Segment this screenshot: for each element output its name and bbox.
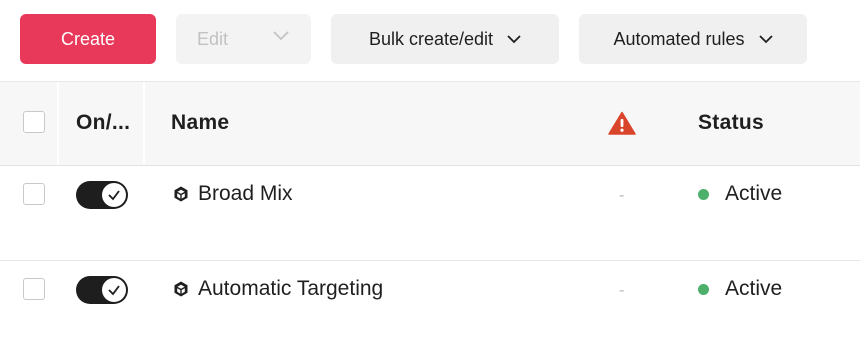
chevron-down-icon bbox=[273, 31, 289, 41]
rules-button-label: Automated rules bbox=[613, 28, 745, 49]
table-row[interactable]: Broad Mix - Active bbox=[0, 165, 860, 260]
checkmark-icon bbox=[108, 285, 120, 296]
automated-rules-button[interactable]: Automated rules bbox=[579, 14, 807, 64]
row-name: Automatic Targeting bbox=[198, 277, 384, 300]
column-header-status[interactable]: Status bbox=[698, 111, 764, 135]
status-dot bbox=[698, 188, 709, 200]
create-button-label: Create bbox=[60, 28, 116, 49]
bulk-button-label: Bulk create/edit bbox=[368, 28, 494, 49]
create-button[interactable]: Create bbox=[20, 14, 156, 64]
row-name: Broad Mix bbox=[198, 182, 293, 205]
select-all-checkbox[interactable] bbox=[23, 111, 45, 133]
chevron-down-icon bbox=[758, 34, 773, 43]
table-row[interactable]: Automatic Targeting - Active bbox=[0, 261, 860, 348]
row-toggle-switch[interactable] bbox=[76, 181, 128, 209]
status-text: Active bbox=[725, 182, 783, 205]
column-divider[interactable] bbox=[57, 82, 59, 165]
row-checkbox[interactable] bbox=[23, 183, 45, 205]
column-header-toggle[interactable]: On/... bbox=[76, 111, 130, 135]
column-divider[interactable] bbox=[143, 82, 145, 165]
row-name-cell[interactable]: Automatic Targeting bbox=[172, 277, 383, 301]
status-badge: Active bbox=[698, 277, 782, 301]
edit-dropdown-button[interactable]: Edit bbox=[176, 14, 311, 64]
row-warning-value: - bbox=[619, 282, 625, 299]
row-name-cell[interactable]: Broad Mix bbox=[172, 182, 293, 206]
toolbar: Create Edit Bulk create/edit Automated r… bbox=[0, 0, 860, 80]
checkmark-icon bbox=[108, 190, 120, 201]
chevron-down-icon bbox=[507, 34, 521, 43]
column-header-name[interactable]: Name bbox=[171, 111, 229, 135]
row-checkbox[interactable] bbox=[23, 278, 45, 300]
status-badge: Active bbox=[698, 182, 782, 206]
edit-button-label: Edit bbox=[197, 28, 229, 49]
cube-icon bbox=[174, 281, 188, 297]
row-warning-value: - bbox=[619, 187, 625, 204]
status-text: Active bbox=[725, 277, 783, 300]
status-dot bbox=[698, 283, 709, 295]
bulk-create-edit-button[interactable]: Bulk create/edit bbox=[331, 14, 559, 64]
toggle-knob bbox=[102, 183, 126, 207]
warning-icon bbox=[608, 111, 636, 135]
table-header: On/... Name Status bbox=[0, 81, 860, 166]
row-toggle-switch[interactable] bbox=[76, 276, 128, 304]
toggle-knob bbox=[102, 278, 126, 302]
cube-icon bbox=[174, 186, 188, 202]
